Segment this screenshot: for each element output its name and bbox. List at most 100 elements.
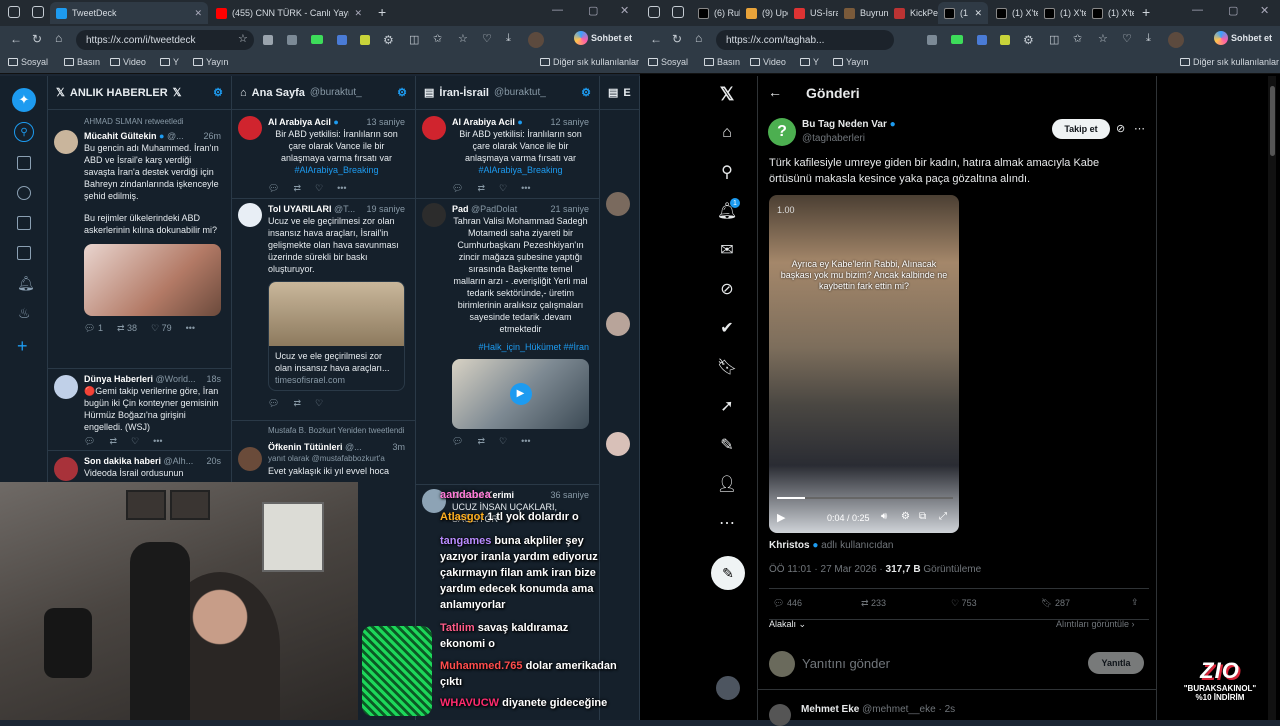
rocket-icon[interactable]: ➚ <box>716 395 738 417</box>
back-icon[interactable]: ← <box>650 32 662 46</box>
author-avatar[interactable]: ? <box>768 118 796 146</box>
tweet[interactable]: Dünya Haberleri @World... 18s 🔴Gemi taki… <box>48 368 231 448</box>
bookmark-folder-video[interactable]: Video <box>110 57 146 67</box>
tab-7[interactable]: (1) X'te <box>990 2 1038 24</box>
avatar[interactable] <box>54 457 78 481</box>
volume-icon[interactable]: 🔊︎ <box>881 511 887 522</box>
reply-input[interactable]: Yanıtını gönder <box>802 656 890 671</box>
favorites-icon[interactable]: ✩ <box>433 32 442 45</box>
avatar[interactable] <box>606 312 630 336</box>
avatar[interactable] <box>606 192 630 216</box>
back-icon[interactable]: ← <box>10 32 22 46</box>
trending-icon[interactable]: ♨ <box>18 305 31 322</box>
heart-icon[interactable]: ♡ <box>1122 32 1132 45</box>
download-icon[interactable]: ⤓ <box>506 32 511 45</box>
maximize-button[interactable]: ▢ <box>1228 4 1238 17</box>
heart-icon[interactable]: ♡ <box>482 32 492 45</box>
more-icon[interactable]: ••• <box>337 182 346 194</box>
search-icon[interactable]: ⚲ <box>716 161 738 183</box>
tab-9[interactable]: (1) X'te <box>1086 2 1134 24</box>
minimize-button[interactable]: — <box>1192 4 1203 16</box>
like-button[interactable]: ♡ <box>499 182 507 194</box>
profile-avatar[interactable] <box>528 32 544 48</box>
close-window-button[interactable]: ✕ <box>620 4 629 17</box>
maximize-button[interactable]: ▢ <box>588 4 598 17</box>
tab-tweetdeck[interactable]: TweetDeck ✕ <box>50 2 208 24</box>
more-options-icon[interactable]: ⋯ <box>1134 122 1145 135</box>
profile-avatar[interactable] <box>1168 32 1184 48</box>
tab-4[interactable]: Buyrun <box>838 2 888 24</box>
bookmark-folder-yayin[interactable]: Yayın <box>833 57 868 67</box>
tweetdeck-logo-icon[interactable]: ✦ <box>12 88 36 112</box>
author-name[interactable]: Al Arabiya Acil <box>268 117 331 127</box>
scrollbar-thumb[interactable] <box>1269 86 1275 156</box>
more-icon[interactable]: ••• <box>521 435 530 447</box>
repost-button[interactable]: ⇄ 233 <box>861 598 886 609</box>
retweet-button[interactable]: ⇄ <box>477 435 485 447</box>
reply-author-avatar[interactable] <box>769 704 791 726</box>
extension-icon-1[interactable] <box>263 35 273 45</box>
like-button[interactable]: ♡ 753 <box>951 598 977 609</box>
reply-button[interactable]: 💬︎ 1 <box>84 322 103 334</box>
author-name[interactable]: Öfkenin Tütünleri <box>268 442 343 452</box>
avatar[interactable] <box>238 203 262 227</box>
workspace-icon[interactable] <box>8 6 20 18</box>
account-avatar[interactable] <box>716 676 740 700</box>
bookmark-other-favorites[interactable]: Diğer sık kullanılanlar <box>540 57 639 67</box>
home-icon[interactable]: ⌂ <box>55 31 62 45</box>
avatar[interactable] <box>54 375 78 399</box>
reply-button[interactable]: 💬︎ <box>452 182 463 194</box>
avatar[interactable] <box>238 116 262 140</box>
post-video[interactable]: 1.00 Ayrıca ey Kabe'lerin Rabbi, Alınaca… <box>769 195 959 533</box>
like-button[interactable]: ♡ <box>131 435 139 447</box>
tab-1[interactable]: (6) Rub <box>692 2 740 24</box>
download-icon[interactable]: ⤓ <box>1146 32 1151 45</box>
avatar[interactable] <box>422 203 446 227</box>
column-settings-icon[interactable]: ⚙ <box>213 86 223 99</box>
tab-3[interactable]: US-İsrail <box>788 2 838 24</box>
tweet-hashtag[interactable]: #AlArabiya_Breaking <box>268 164 405 176</box>
tweet[interactable]: Al Arabiya Acil ● 12 saniye Bir ABD yetk… <box>416 116 599 196</box>
grok-icon[interactable]: ⊘ <box>1116 122 1125 135</box>
tweet-image[interactable] <box>84 244 221 316</box>
tab-2[interactable]: (9) Upc <box>740 2 788 24</box>
video-progress-track[interactable] <box>777 497 953 499</box>
author-name[interactable]: Dünya Haberleri <box>84 374 153 384</box>
sort-dropdown[interactable]: Alakalı ⌄ <box>769 619 806 630</box>
more-icon[interactable]: ••• <box>153 435 162 447</box>
reply-button[interactable]: 💬︎ <box>84 435 95 447</box>
tab-8[interactable]: (1) X'te <box>1038 2 1086 24</box>
reload-icon[interactable]: ↻ <box>32 32 42 46</box>
reply-button[interactable]: 💬︎ <box>268 182 279 194</box>
bookmark-folder-yayin[interactable]: Yayın <box>193 57 228 67</box>
next-reply[interactable]: Mehmet Eke @mehmet__eke · 2s <box>769 704 955 726</box>
split-screen-icon[interactable]: ◫ <box>1049 33 1059 46</box>
like-button[interactable]: ♡ 79 <box>151 322 172 334</box>
profile-icon[interactable]: 👤︎ <box>716 473 738 495</box>
notifications-icon[interactable]: 🔔︎ <box>17 275 35 292</box>
extension-icon-3[interactable] <box>311 35 323 44</box>
author-name[interactable]: Tol UYARILARI <box>268 204 332 214</box>
play-button[interactable]: ▶ <box>777 511 785 524</box>
new-tab-button[interactable]: + <box>1142 4 1150 20</box>
bookmark-folder-basin[interactable]: Basın <box>64 57 100 67</box>
bookmarks-icon[interactable]: 🔖︎ <box>716 356 738 378</box>
extension-icon-4[interactable] <box>1000 35 1010 45</box>
like-button[interactable]: ♡ <box>499 435 507 447</box>
extension-icon-1[interactable] <box>927 35 937 45</box>
follow-button[interactable]: Takip et <box>1052 119 1110 139</box>
reply-button[interactable]: 💬︎ 446 <box>773 598 802 609</box>
avatar[interactable] <box>422 116 446 140</box>
reply-button[interactable]: 💬︎ <box>268 397 279 409</box>
author-name[interactable]: Pad <box>452 204 469 214</box>
messages-icon[interactable] <box>17 246 31 260</box>
bookmark-folder-y[interactable]: Y <box>160 57 179 67</box>
retweet-button[interactable]: ⇄ <box>477 182 485 194</box>
settings-icon[interactable]: ⚙ <box>1023 33 1034 47</box>
tweet[interactable]: AHMAD SLMAN retweetledi Mücahit Gültekin… <box>48 116 231 366</box>
tweet-video[interactable]: ▶ <box>452 359 589 429</box>
workspace-icon[interactable] <box>648 6 660 18</box>
extension-icon-2[interactable] <box>287 35 297 45</box>
author-name[interactable]: Mücahit Gültekin <box>84 131 157 141</box>
settings-icon[interactable]: ⚙ <box>901 511 910 522</box>
